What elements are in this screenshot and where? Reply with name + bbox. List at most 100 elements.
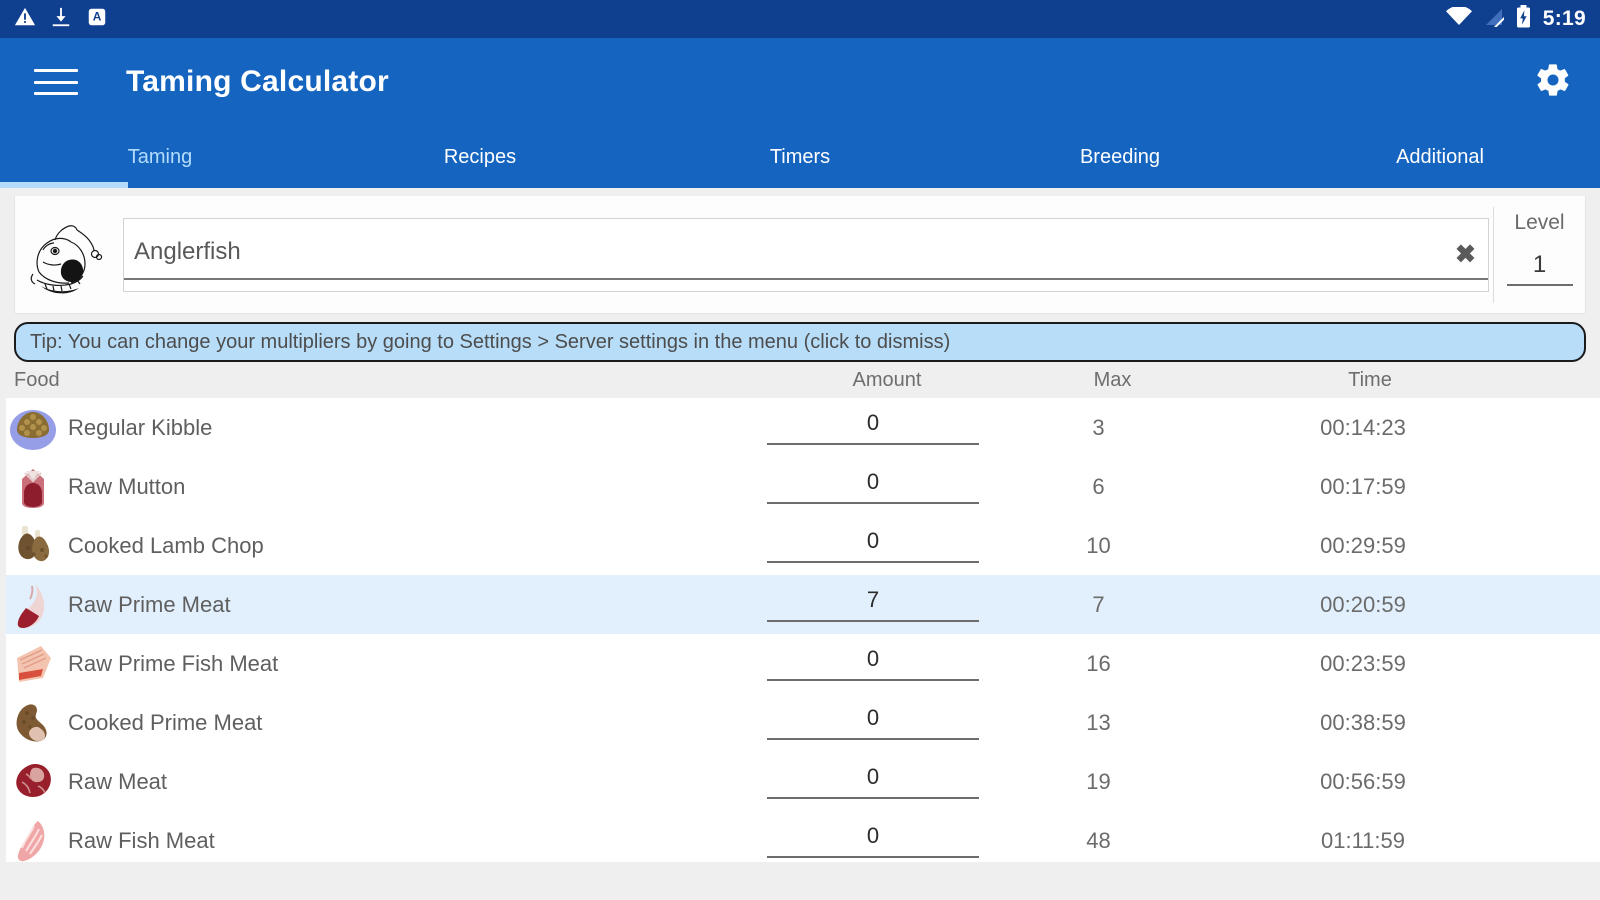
tab-breeding[interactable]: Breeding [960,126,1280,188]
amount-input[interactable]: 0 [767,764,979,799]
food-name: Regular Kibble [68,415,212,441]
table-row[interactable]: Raw Prime Meat 7 7 00:20:59 [6,575,1600,634]
svg-text:A: A [93,9,102,23]
max-value: 6 [1092,474,1104,499]
amount-input[interactable]: 0 [767,410,979,445]
max-cell: 13 [986,710,1211,736]
tab-bar: Taming Recipes Timers Breeding Additiona… [0,126,1600,188]
max-value: 10 [1086,533,1110,558]
table-row[interactable]: Cooked Prime Meat 0 13 00:38:59 [6,693,1600,752]
battery-charging-icon [1516,5,1531,33]
time-value: 00:14:23 [1320,415,1406,440]
tab-label: Recipes [444,146,516,169]
food-name: Raw Fish Meat [68,828,215,854]
amount-input[interactable]: 7 [767,587,979,622]
amount-input[interactable]: 0 [767,469,979,504]
amount-cell: 0 [760,823,986,858]
food-cell: Cooked Prime Meat [6,697,760,749]
status-bar-right-icons: 5:19 [1446,5,1586,33]
amount-cell: 7 [760,587,986,622]
time-cell: 00:20:59 [1211,592,1600,618]
table-row[interactable]: Raw Meat01900:56:59 [6,752,1600,811]
table-row[interactable]: Raw Fish Meat 0 48 01:11:59 [6,811,1600,862]
time-cell: 00:38:59 [1211,710,1600,736]
gear-icon[interactable] [1534,61,1572,104]
no-signal-icon [1484,7,1504,32]
table-row[interactable]: Cooked Lamb Chop 0 10 00:29:59 [6,516,1600,575]
amount-input[interactable]: 0 [767,823,979,858]
wifi-icon [1446,7,1472,32]
max-value: 3 [1092,415,1104,440]
table-row[interactable]: Regular Kibble 0 3 00:14:23 [6,398,1600,457]
time-value: 00:38:59 [1320,710,1406,735]
tab-label: Timers [770,146,830,169]
food-name: Raw Prime Fish Meat [68,651,278,677]
warning-triangle-icon [14,6,36,33]
food-cell: Raw Mutton [6,461,760,513]
download-icon [50,6,72,33]
time-value: 00:29:59 [1320,533,1406,558]
max-value: 19 [1086,769,1110,794]
amount-input[interactable]: 0 [767,705,979,740]
max-value: 48 [1086,828,1110,853]
hamburger-menu-icon[interactable] [34,65,78,99]
time-value: 01:11:59 [1321,828,1405,853]
max-cell: 48 [986,828,1211,854]
status-clock: 5:19 [1543,7,1586,31]
tab-active-indicator [0,182,128,188]
creature-name-value: Anglerfish [134,238,241,272]
food-cell: Raw Prime Meat [6,579,760,631]
amount-input[interactable]: 0 [767,646,979,681]
time-cell: 01:11:59 [1211,828,1600,854]
anglerfish-lineart-icon [25,209,111,301]
tab-taming[interactable]: Taming [0,126,320,188]
food-cell: Cooked Lamb Chop [6,520,760,572]
tab-timers[interactable]: Timers [640,126,960,188]
tab-additional[interactable]: Additional [1280,126,1600,188]
max-cell: 16 [986,651,1211,677]
food-cell: Raw Fish Meat [6,815,760,863]
creature-selector-card: Anglerfish ✖ Level 1 [14,196,1586,314]
amount-cell: 0 [760,705,986,740]
column-header-amount: Amount [774,369,1000,392]
table-row[interactable]: Raw Prime Fish Meat 0 16 00:23:59 [6,634,1600,693]
max-value: 13 [1086,710,1110,735]
tab-recipes[interactable]: Recipes [320,126,640,188]
cooked-lamb-chop-icon [6,520,60,572]
food-name: Cooked Prime Meat [68,710,262,736]
time-cell: 00:23:59 [1211,651,1600,677]
max-cell: 19 [986,769,1211,795]
amount-input[interactable]: 0 [767,528,979,563]
clear-icon[interactable]: ✖ [1455,242,1476,267]
table-header: Food Amount Max Time [0,362,1600,398]
food-name: Raw Prime Meat [68,592,231,618]
raw-mutton-icon [6,461,60,513]
raw-prime-meat-icon [6,579,60,631]
food-cell: Regular Kibble [6,402,760,454]
max-value: 7 [1092,592,1104,617]
tip-section: Tip: You can change your multipliers by … [0,314,1600,362]
creature-name-field[interactable]: Anglerfish ✖ [123,218,1489,292]
cooked-prime-meat-icon [6,697,60,749]
time-value: 00:56:59 [1320,769,1406,794]
tab-label: Breeding [1080,146,1160,169]
level-input[interactable]: 1 [1507,251,1573,286]
raw-prime-fish-meat-icon [6,638,60,690]
max-value: 16 [1086,651,1110,676]
app-bar: Taming Calculator [0,38,1600,126]
tip-banner[interactable]: Tip: You can change your multipliers by … [14,322,1586,362]
amount-cell: 0 [760,646,986,681]
column-header-max: Max [1000,369,1225,392]
amount-cell: 0 [760,410,986,445]
time-value: 00:20:59 [1320,592,1406,617]
time-value: 00:23:59 [1320,651,1406,676]
max-cell: 7 [986,592,1211,618]
page-title: Taming Calculator [126,65,389,99]
tab-label: Taming [128,146,192,169]
screenshot-icon: A [86,6,108,33]
food-name: Cooked Lamb Chop [68,533,264,559]
table-row[interactable]: Raw Mutton0 6 00:17:59 [6,457,1600,516]
time-cell: 00:17:59 [1211,474,1600,500]
amount-cell: 0 [760,764,986,799]
raw-meat-icon [6,756,60,808]
